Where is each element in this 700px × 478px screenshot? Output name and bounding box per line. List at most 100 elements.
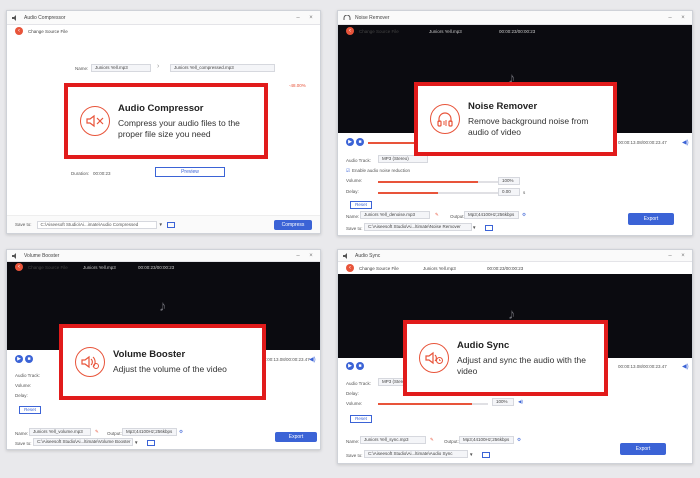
stop-button[interactable]: ■ bbox=[356, 138, 364, 146]
back-arrow-icon[interactable]: ‹ bbox=[346, 27, 354, 35]
delay-slider[interactable] bbox=[378, 192, 498, 194]
change-source-bar[interactable]: ‹ Change Source File Juniors Yell.mp3 00… bbox=[338, 25, 692, 37]
save-path-field[interactable]: C:\Aiseesoft Studio\Ai...ltimate\Audio S… bbox=[364, 450, 468, 458]
save-bar: Save to: C:\Aiseesoft Studio\Ai...imate\… bbox=[7, 215, 320, 233]
duration-value: 00:00:23 bbox=[93, 171, 111, 176]
name-label: Name: bbox=[15, 431, 29, 436]
reset-button[interactable]: Reset bbox=[350, 415, 372, 423]
speaker-icon[interactable]: ◀) bbox=[309, 356, 316, 363]
noise-reduction-label: Enable audio noise reduction bbox=[352, 168, 411, 173]
settings-icon[interactable]: ⚙ bbox=[522, 212, 526, 218]
save-path-field[interactable]: C:\Aiseesoft Studio\Ai...imate\Audio Com… bbox=[36, 220, 157, 229]
reset-button[interactable]: Reset bbox=[19, 406, 41, 414]
callout-audio-sync: Audio Sync Adjust and sync the audio wit… bbox=[403, 320, 608, 396]
preview-button[interactable]: Preview bbox=[155, 167, 225, 177]
output-field[interactable]: Mp3;44100Hz;256kbps bbox=[459, 436, 514, 444]
music-note-icon: ♪ bbox=[159, 298, 167, 315]
dropdown-icon[interactable]: ▼ bbox=[134, 440, 138, 445]
stop-button[interactable]: ■ bbox=[25, 355, 33, 363]
output-field[interactable]: Mp3;44100Hz;256kbps bbox=[122, 428, 177, 436]
audio-sync-icon bbox=[419, 343, 449, 373]
export-button[interactable]: Export bbox=[628, 213, 674, 225]
volume-field[interactable]: 100% bbox=[498, 177, 520, 185]
speaker-icon[interactable]: ◀) bbox=[682, 139, 689, 146]
dropdown-icon[interactable]: ▼ bbox=[472, 225, 476, 230]
name-label: Name: bbox=[346, 439, 360, 444]
callout-description: Adjust the volume of the video bbox=[113, 364, 227, 374]
window-title: Audio Sync bbox=[355, 252, 381, 259]
back-arrow-icon[interactable]: ‹ bbox=[346, 264, 354, 272]
settings-icon[interactable]: ⚙ bbox=[517, 437, 521, 443]
folder-icon[interactable] bbox=[166, 221, 175, 228]
stop-button[interactable]: ■ bbox=[356, 362, 364, 370]
export-button[interactable]: Export bbox=[275, 432, 317, 442]
dropdown-icon[interactable]: ▼ bbox=[469, 452, 473, 457]
speaker-icon[interactable]: ◀) bbox=[682, 363, 689, 370]
back-arrow-icon[interactable]: ‹ bbox=[15, 263, 23, 271]
delay-unit: s bbox=[523, 190, 526, 195]
file-info: 00:00:23/00:00:23 bbox=[499, 28, 536, 34]
arrow-right-icon: › bbox=[157, 63, 160, 70]
edit-icon[interactable]: ✎ bbox=[95, 429, 99, 435]
output-field[interactable]: Mp3;44100Hz;256kbps bbox=[464, 211, 519, 219]
output-label: Output: bbox=[450, 214, 465, 219]
name-field[interactable]: Juniors Yell_denoise.mp3 bbox=[360, 211, 430, 219]
play-button[interactable]: ▶ bbox=[15, 355, 23, 363]
minimize-icon[interactable]: – bbox=[294, 253, 302, 259]
folder-icon[interactable] bbox=[147, 440, 155, 446]
volume-field[interactable]: 100% bbox=[492, 398, 514, 406]
callout-description: Adjust and sync the audio with the video bbox=[457, 354, 586, 376]
minimize-icon[interactable]: – bbox=[294, 15, 302, 21]
file-info: 00:00:23/00:00:23 bbox=[138, 264, 175, 270]
folder-icon[interactable] bbox=[482, 452, 490, 458]
volume-slider[interactable] bbox=[378, 403, 488, 405]
output-label: Output: bbox=[107, 431, 122, 436]
delay-field[interactable]: 0.00 bbox=[498, 188, 520, 196]
delay-label: Delay: bbox=[15, 393, 28, 398]
compress-button[interactable]: Compress bbox=[274, 219, 312, 230]
close-icon[interactable]: × bbox=[307, 253, 315, 259]
name-field[interactable]: Juniors Yell_sync.mp3 bbox=[360, 436, 426, 444]
minimize-icon[interactable]: – bbox=[666, 253, 674, 259]
save-path-field[interactable]: C:\Aiseesoft Studio\Ai...ltimate\Noise R… bbox=[364, 223, 472, 231]
play-button[interactable]: ▶ bbox=[346, 138, 354, 146]
change-source-bar[interactable]: ‹ Change Source File Juniors Yell.mp3 00… bbox=[338, 262, 692, 274]
export-button[interactable]: Export bbox=[620, 443, 666, 455]
minimize-icon[interactable]: – bbox=[666, 15, 674, 21]
callout-volume-booster: Volume Booster Adjust the volume of the … bbox=[59, 324, 266, 400]
audio-track-select[interactable]: MP3 (Stereo) bbox=[378, 155, 428, 163]
close-icon[interactable]: × bbox=[307, 15, 315, 21]
change-source-bar[interactable]: ‹ Change Source File bbox=[7, 25, 320, 37]
source-file-field: Juniors Yell.mp3 bbox=[91, 64, 151, 72]
folder-icon[interactable] bbox=[485, 225, 493, 231]
name-field[interactable]: Juniors Yell_volume.mp3 bbox=[29, 428, 91, 436]
settings-icon[interactable]: ⚙ bbox=[179, 429, 183, 435]
edit-icon[interactable]: ✎ bbox=[435, 212, 439, 218]
dropdown-icon[interactable]: ▼ bbox=[159, 222, 163, 227]
back-arrow-icon[interactable]: ‹ bbox=[15, 27, 23, 35]
title-bar: Audio Sync – × bbox=[338, 250, 692, 262]
save-path-field[interactable]: C:\Aiseesoft Studio\Ai...ltimate\Volume … bbox=[33, 438, 133, 446]
play-button[interactable]: ▶ bbox=[346, 362, 354, 370]
change-source-label: Change Source File bbox=[359, 28, 399, 34]
change-source-label: Change Source File bbox=[28, 264, 68, 270]
file-info: 00:00:23/00:00:23 bbox=[487, 265, 524, 271]
change-source-label: Change Source File bbox=[359, 265, 399, 271]
output-file-field[interactable]: Juniors Yell_compressed.mp3 bbox=[170, 64, 275, 72]
callout-description: Compress your audio files to the proper … bbox=[118, 117, 240, 139]
reset-button[interactable]: Reset bbox=[350, 201, 372, 209]
close-icon[interactable]: × bbox=[679, 15, 687, 21]
compression-percent: -48.00% bbox=[289, 83, 306, 88]
delay-label: Delay: bbox=[346, 189, 359, 194]
volume-slider[interactable] bbox=[378, 181, 498, 183]
close-icon[interactable]: × bbox=[679, 253, 687, 259]
callout-audio-compressor: Audio Compressor Compress your audio fil… bbox=[64, 83, 268, 159]
change-source-bar[interactable]: ‹ Change Source File Juniors Yell.mp3 00… bbox=[7, 262, 320, 272]
volume-label: Volume: bbox=[346, 178, 363, 183]
window-title: Audio Compressor bbox=[24, 14, 66, 21]
name-label: Name: bbox=[75, 66, 89, 71]
volume-icon[interactable]: ◀) bbox=[518, 399, 523, 405]
edit-icon[interactable]: ✎ bbox=[430, 437, 434, 443]
checkbox-icon[interactable]: ☑ bbox=[346, 168, 350, 174]
window-title: Volume Booster bbox=[24, 252, 60, 259]
